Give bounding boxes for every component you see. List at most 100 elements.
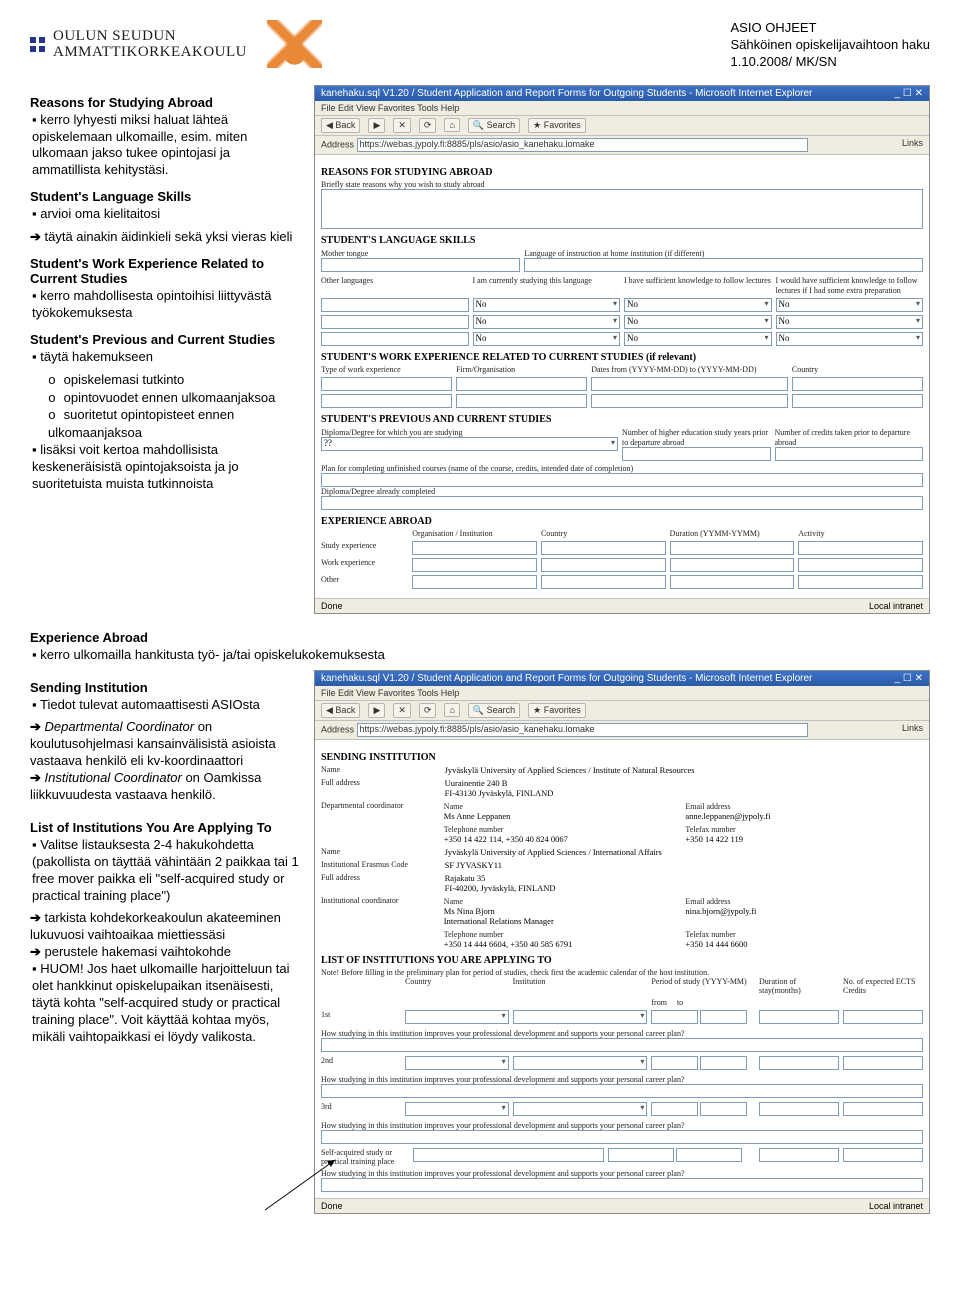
w-r2-country[interactable]: [792, 394, 923, 408]
p-deg-select[interactable]: ??: [321, 437, 618, 451]
lang-row2-c2[interactable]: No: [624, 315, 772, 329]
search-button-2[interactable]: 🔍 Search: [468, 703, 520, 718]
e-work-country[interactable]: [541, 558, 666, 572]
l-1-dur[interactable]: [759, 1010, 839, 1024]
toolbar-2: ◀ Back ▶ ✕ ⟳ ⌂ 🔍 Search ★ Favorites: [315, 701, 929, 721]
l-self-to[interactable]: [676, 1148, 742, 1162]
reasons-textarea[interactable]: [321, 189, 923, 229]
stop-icon-2[interactable]: ✕: [393, 703, 411, 718]
w-r2-firm[interactable]: [456, 394, 587, 408]
lang-row3-c3[interactable]: No: [776, 332, 924, 346]
lang-row3-name[interactable]: [321, 332, 469, 346]
search-button[interactable]: 🔍 Search: [468, 118, 520, 133]
l-2-q-input[interactable]: [321, 1084, 923, 1098]
home-icon-2[interactable]: ⌂: [444, 703, 459, 717]
window-controls-icon-2[interactable]: _ ☐ ✕: [895, 673, 923, 684]
l-3-q-input[interactable]: [321, 1130, 923, 1144]
p-plan-input[interactable]: [321, 473, 923, 487]
address-input[interactable]: https://webas.jypoly.fi:8885/pls/asio/as…: [357, 138, 809, 152]
lang-row1-name[interactable]: [321, 298, 469, 312]
l-2-to[interactable]: [700, 1056, 747, 1070]
links-label-2[interactable]: Links: [902, 723, 923, 733]
menubar-1[interactable]: File Edit View Favorites Tools Help: [315, 101, 929, 116]
stop-icon[interactable]: ✕: [393, 118, 411, 133]
exp-title: Experience Abroad: [30, 630, 930, 645]
favorites-button-2[interactable]: ★ Favorites: [528, 703, 586, 718]
send-title: Sending Institution: [30, 680, 300, 695]
l-3-country[interactable]: [405, 1102, 509, 1116]
w-r2-type[interactable]: [321, 394, 452, 408]
lang-mt-input[interactable]: [321, 258, 520, 272]
l-3-inst[interactable]: [513, 1102, 648, 1116]
back-button-2[interactable]: ◀ Back: [321, 703, 360, 718]
l-self-dur[interactable]: [759, 1148, 839, 1162]
lang-row1-c1[interactable]: No: [473, 298, 621, 312]
w-r1-dates[interactable]: [591, 377, 788, 391]
e-other-dur[interactable]: [670, 575, 795, 589]
browser-window-2: kanehaku.sql V1.20 / Student Application…: [314, 670, 930, 1214]
l-1-q-input[interactable]: [321, 1038, 923, 1052]
w-r1-firm[interactable]: [456, 377, 587, 391]
lang-row3-c1[interactable]: No: [473, 332, 621, 346]
l-3-from[interactable]: [651, 1102, 698, 1116]
p-he-input[interactable]: [622, 447, 771, 461]
l-3-ects[interactable]: [843, 1102, 923, 1116]
e-study-country[interactable]: [541, 541, 666, 555]
l-2-inst[interactable]: [513, 1056, 648, 1070]
l-self-ects[interactable]: [843, 1148, 923, 1162]
refresh-icon-2[interactable]: ⟳: [419, 703, 437, 718]
l-1-to[interactable]: [700, 1010, 747, 1024]
send-a1: Departmental Coordinator on koulutusohje…: [30, 719, 300, 770]
home-icon[interactable]: ⌂: [444, 118, 459, 132]
l-1-country[interactable]: [405, 1010, 509, 1024]
l-1-from[interactable]: [651, 1010, 698, 1024]
e-work-dur[interactable]: [670, 558, 795, 572]
e-work-act[interactable]: [798, 558, 923, 572]
menubar-2[interactable]: File Edit View Favorites Tools Help: [315, 686, 929, 701]
l-1-ects[interactable]: [843, 1010, 923, 1024]
e-other-org[interactable]: [412, 575, 537, 589]
refresh-icon[interactable]: ⟳: [419, 118, 437, 133]
l-2-country[interactable]: [405, 1056, 509, 1070]
l-self-q-input[interactable]: [321, 1178, 923, 1192]
back-button[interactable]: ◀ Back: [321, 118, 360, 133]
p-cr-input[interactable]: [775, 447, 924, 461]
p-compl-input[interactable]: [321, 496, 923, 510]
lower-two-col: Sending Institution Tiedot tulevat autom…: [30, 670, 930, 1220]
lang-row2-c1[interactable]: No: [473, 315, 621, 329]
favorites-button[interactable]: ★ Favorites: [528, 118, 586, 133]
l-2-dur[interactable]: [759, 1056, 839, 1070]
e-work-org[interactable]: [412, 558, 537, 572]
e-other-country[interactable]: [541, 575, 666, 589]
l-self-inst[interactable]: [413, 1148, 604, 1162]
s-dept-label: Departmental coordinator: [321, 801, 440, 821]
w-r1-country[interactable]: [792, 377, 923, 391]
lang-row1-c3[interactable]: No: [776, 298, 924, 312]
lang-row2-c3[interactable]: No: [776, 315, 924, 329]
l-3-dur[interactable]: [759, 1102, 839, 1116]
hr-reasons: REASONS FOR STUDYING ABROAD: [321, 167, 923, 178]
l-self-from[interactable]: [608, 1148, 674, 1162]
nav-icon[interactable]: ▶: [368, 118, 385, 133]
e-study-org[interactable]: [412, 541, 537, 555]
lang-row2-name[interactable]: [321, 315, 469, 329]
e-other-act[interactable]: [798, 575, 923, 589]
e-study-act[interactable]: [798, 541, 923, 555]
links-label[interactable]: Links: [902, 138, 923, 148]
l-3-to[interactable]: [700, 1102, 747, 1116]
lang-row1-c2[interactable]: No: [624, 298, 772, 312]
w-r2-dates[interactable]: [591, 394, 788, 408]
address-input-2[interactable]: https://webas.jypoly.fi:8885/pls/asio/as…: [357, 723, 809, 737]
lang-row3-c2[interactable]: No: [624, 332, 772, 346]
l-2-from[interactable]: [651, 1056, 698, 1070]
l-inst-label: Institution: [513, 977, 648, 995]
window-controls-icon[interactable]: _ ☐ ✕: [895, 88, 923, 99]
l-2-ects[interactable]: [843, 1056, 923, 1070]
s-name-label: Name: [321, 765, 441, 775]
w-r1-type[interactable]: [321, 377, 452, 391]
lang-inst-input[interactable]: [524, 258, 923, 272]
l-1-inst[interactable]: [513, 1010, 648, 1024]
nav-icon-2[interactable]: ▶: [368, 703, 385, 718]
e-study-dur[interactable]: [670, 541, 795, 555]
prev-b1: täytä hakemukseen: [32, 349, 300, 366]
